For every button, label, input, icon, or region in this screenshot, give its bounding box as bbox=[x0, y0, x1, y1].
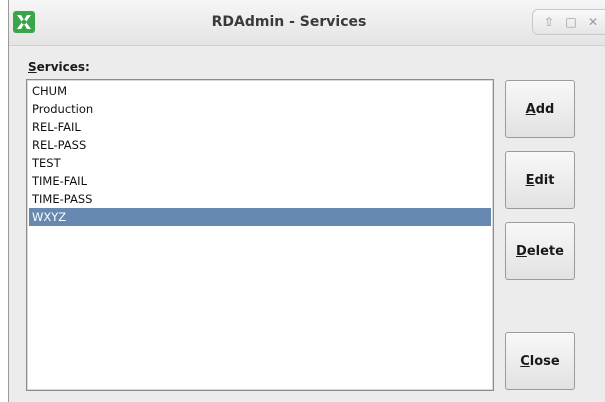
list-item[interactable]: TIME-FAIL bbox=[29, 172, 491, 190]
list-item[interactable]: CHUM bbox=[29, 82, 491, 100]
maximize-icon[interactable]: ⇧ bbox=[541, 14, 557, 30]
close-button[interactable]: Close bbox=[505, 332, 575, 390]
add-button-mnemonic: A bbox=[525, 101, 536, 117]
edit-button-mnemonic: E bbox=[525, 172, 535, 188]
delete-button-label: elete bbox=[526, 243, 564, 259]
list-item[interactable]: TEST bbox=[29, 154, 491, 172]
window-title: RDAdmin - Services bbox=[211, 14, 367, 30]
list-item[interactable]: Production bbox=[29, 100, 491, 118]
delete-button-mnemonic: D bbox=[516, 243, 527, 259]
close-icon[interactable]: ✕ bbox=[585, 14, 601, 30]
list-item[interactable]: TIME-PASS bbox=[29, 190, 491, 208]
services-list[interactable]: CHUM Production REL-FAIL REL-PASS TEST T… bbox=[26, 79, 494, 391]
edit-button-label: dit bbox=[534, 172, 555, 188]
edit-button[interactable]: Edit bbox=[505, 151, 575, 209]
services-label-mnemonic: S bbox=[28, 60, 37, 74]
close-button-mnemonic: C bbox=[520, 353, 530, 369]
add-button-label: dd bbox=[535, 101, 555, 117]
close-button-label: lose bbox=[529, 353, 560, 369]
list-item[interactable]: REL-PASS bbox=[29, 136, 491, 154]
add-button[interactable]: Add bbox=[505, 80, 575, 138]
delete-button[interactable]: Delete bbox=[505, 222, 575, 280]
title-bar[interactable]: RDAdmin - Services ⇧ □ ✕ bbox=[9, 0, 605, 46]
rdadmin-services-window: RDAdmin - Services ⇧ □ ✕ Services: CHUM … bbox=[8, 0, 605, 402]
services-label-rest: ervices: bbox=[36, 60, 90, 74]
list-item-selected[interactable]: WXYZ bbox=[29, 208, 491, 226]
list-item[interactable]: REL-FAIL bbox=[29, 118, 491, 136]
services-label: Services: bbox=[28, 60, 90, 74]
window-controls: ⇧ □ ✕ bbox=[532, 9, 605, 35]
restore-icon[interactable]: □ bbox=[563, 14, 579, 30]
